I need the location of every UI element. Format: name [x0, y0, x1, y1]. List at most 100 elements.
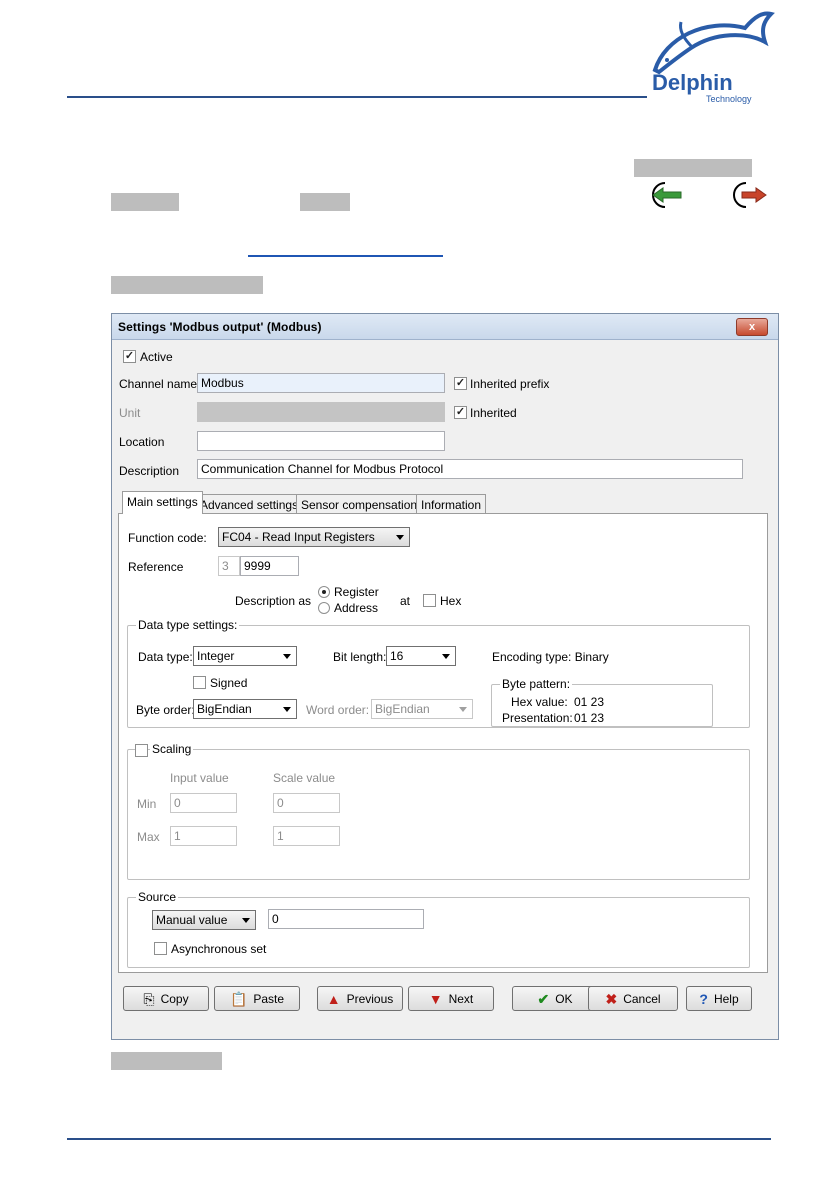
copy-icon: ⎘: [143, 990, 155, 1007]
unit-input: [197, 402, 445, 422]
arrow-down-icon: ▼: [428, 990, 443, 1007]
asynchronous-set-label: Asynchronous set: [171, 942, 267, 956]
footer-rule: [67, 1138, 771, 1140]
highlight-bar: [111, 193, 179, 211]
description-label: Description: [119, 464, 180, 478]
tab-main-settings[interactable]: Main settings: [122, 491, 203, 514]
link-underline[interactable]: [248, 255, 443, 257]
copy-label: Copy: [160, 991, 189, 1006]
signed-label: Signed: [210, 676, 248, 690]
help-label: Help: [713, 991, 739, 1006]
byte-order-select[interactable]: BigEndian: [193, 699, 297, 719]
data-type-settings-title: Data type settings:: [136, 618, 240, 632]
source-title: Source: [136, 890, 179, 904]
channel-name-input[interactable]: Modbus: [197, 373, 445, 393]
logo-wordmark: Delphin: [652, 70, 733, 95]
reference-label: Reference: [128, 560, 184, 574]
source-group: Source Manual value 0 Asynchronous set: [127, 890, 750, 968]
highlight-bar: [634, 159, 752, 177]
max-input-field: 1: [170, 826, 237, 846]
data-type-settings-group: Data type settings: Data type: Integer B…: [127, 618, 750, 728]
max-scale-field: 1: [273, 826, 340, 846]
byte-order-label: Byte order:: [136, 703, 195, 717]
byte-pattern-title: Byte pattern:: [500, 677, 573, 691]
close-button[interactable]: x: [736, 318, 768, 336]
description-as-label: Description as: [235, 594, 312, 608]
inherited-label: Inherited: [470, 406, 517, 420]
source-value-input[interactable]: 0: [268, 909, 424, 929]
signed-checkbox[interactable]: [193, 676, 206, 689]
presentation-text: 01 23: [574, 711, 605, 725]
arrow-up-icon: ▲: [326, 990, 341, 1007]
presentation-label: Presentation:: [502, 711, 573, 725]
min-input-field: 0: [170, 793, 237, 813]
register-radio[interactable]: [318, 586, 330, 598]
bit-length-select[interactable]: 16: [386, 646, 456, 666]
settings-dialog: Settings 'Modbus output' (Modbus) x Acti…: [111, 313, 779, 1040]
copy-button[interactable]: ⎘ Copy: [123, 986, 209, 1011]
word-order-label: Word order:: [306, 703, 370, 717]
previous-label: Previous: [346, 991, 394, 1006]
function-code-select[interactable]: FC04 - Read Input Registers: [218, 527, 410, 547]
arrow-right-icon: [733, 182, 767, 208]
dialog-titlebar: Settings 'Modbus output' (Modbus) x: [112, 314, 778, 340]
inherited-prefix-label: Inherited prefix: [470, 377, 550, 391]
data-type-select[interactable]: Integer: [193, 646, 297, 666]
paste-icon: 📋: [229, 990, 248, 1007]
ok-label: OK: [555, 991, 573, 1006]
location-input[interactable]: [197, 431, 445, 451]
next-button[interactable]: ▼ Next: [408, 986, 494, 1011]
help-icon: ?: [699, 990, 708, 1007]
source-select[interactable]: Manual value: [152, 910, 256, 930]
highlight-bar: [111, 1052, 222, 1070]
encoding-type-text: Encoding type: Binary: [492, 650, 609, 664]
asynchronous-set-checkbox[interactable]: [154, 942, 167, 955]
tab-advanced-settings[interactable]: Advanced settings: [195, 494, 304, 514]
unit-label: Unit: [119, 406, 141, 420]
min-scale-field: 0: [273, 793, 340, 813]
dialog-title: Settings 'Modbus output' (Modbus): [118, 320, 322, 334]
tab-information[interactable]: Information: [416, 494, 487, 514]
hex-label: Hex: [440, 594, 462, 608]
reference-input[interactable]: 9999: [240, 556, 299, 576]
main-settings-panel: Function code: FC04 - Read Input Registe…: [118, 513, 768, 973]
bit-length-label: Bit length:: [333, 650, 387, 664]
next-label: Next: [448, 991, 474, 1006]
byte-pattern-group: Byte pattern: Hex value: 01 23 Presentat…: [491, 677, 713, 727]
input-value-label: Input value: [170, 771, 229, 785]
cancel-button[interactable]: ✖ Cancel: [588, 986, 678, 1011]
channel-name-label: Channel name: [119, 377, 198, 391]
paste-label: Paste: [253, 991, 285, 1006]
header-rule: [67, 96, 647, 98]
inherited-checkbox[interactable]: [454, 406, 467, 419]
data-type-label: Data type:: [138, 650, 193, 664]
arrow-left-icon: [652, 182, 682, 208]
function-code-label: Function code:: [128, 531, 207, 545]
hex-value-label: Hex value:: [511, 695, 568, 709]
logo-tagline: Technology: [706, 94, 752, 104]
address-radio[interactable]: [318, 602, 330, 614]
previous-button[interactable]: ▲ Previous: [317, 986, 403, 1011]
paste-button[interactable]: 📋 Paste: [214, 986, 300, 1011]
min-label: Min: [137, 797, 157, 811]
scaling-title: Scaling: [150, 742, 194, 756]
word-order-select: BigEndian: [371, 699, 473, 719]
scaling-group: Scaling Input value Scale value Min 0 0 …: [127, 742, 750, 880]
description-input[interactable]: Communication Channel for Modbus Protoco…: [197, 459, 743, 479]
scale-value-label: Scale value: [273, 771, 336, 785]
hex-checkbox[interactable]: [423, 594, 436, 607]
active-checkbox[interactable]: [123, 350, 136, 363]
help-button[interactable]: ? Help: [686, 986, 752, 1011]
hex-value-text: 01 23: [574, 695, 605, 709]
inherited-prefix-checkbox[interactable]: [454, 377, 467, 390]
max-label: Max: [137, 830, 160, 844]
tab-sensor-compensation[interactable]: Sensor compensation: [296, 494, 423, 514]
highlight-bar: [300, 193, 350, 211]
highlight-bar: [111, 276, 263, 294]
reference-prefix-input: 3: [218, 556, 240, 576]
scaling-checkbox[interactable]: [135, 744, 148, 757]
checkmark-icon: ✔: [537, 990, 550, 1007]
ok-button[interactable]: ✔ OK: [512, 986, 598, 1011]
active-label: Active: [140, 350, 173, 364]
location-label: Location: [119, 435, 165, 449]
